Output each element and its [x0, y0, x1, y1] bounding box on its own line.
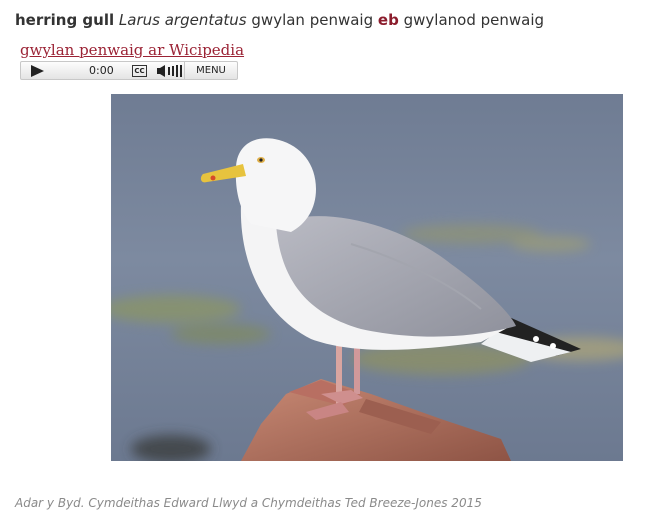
english-term: herring gull	[15, 11, 115, 29]
latin-name: Larus argentatus	[118, 11, 247, 29]
menu-button[interactable]: MENU	[184, 62, 237, 79]
herring-gull-photo	[111, 94, 623, 461]
wikipedia-link[interactable]: gwylan penwaig ar Wicipedia	[20, 41, 244, 59]
photo-credit: Adar y Byd. Cymdeithas Edward Llwyd a Ch…	[15, 496, 482, 510]
gender-marker: eb	[377, 11, 399, 29]
captions-icon[interactable]: CC	[132, 65, 147, 77]
volume-icon[interactable]	[156, 64, 186, 78]
welsh-plural: gwylanod penwaig	[403, 11, 545, 29]
audio-player: 0:00 CC MENU	[20, 61, 238, 80]
play-icon[interactable]	[31, 65, 44, 77]
welsh-term: gwylan penwaig	[251, 11, 374, 29]
dictionary-entry: herring gull Larus argentatus gwylan pen…	[15, 11, 544, 29]
time-display: 0:00	[89, 64, 114, 77]
